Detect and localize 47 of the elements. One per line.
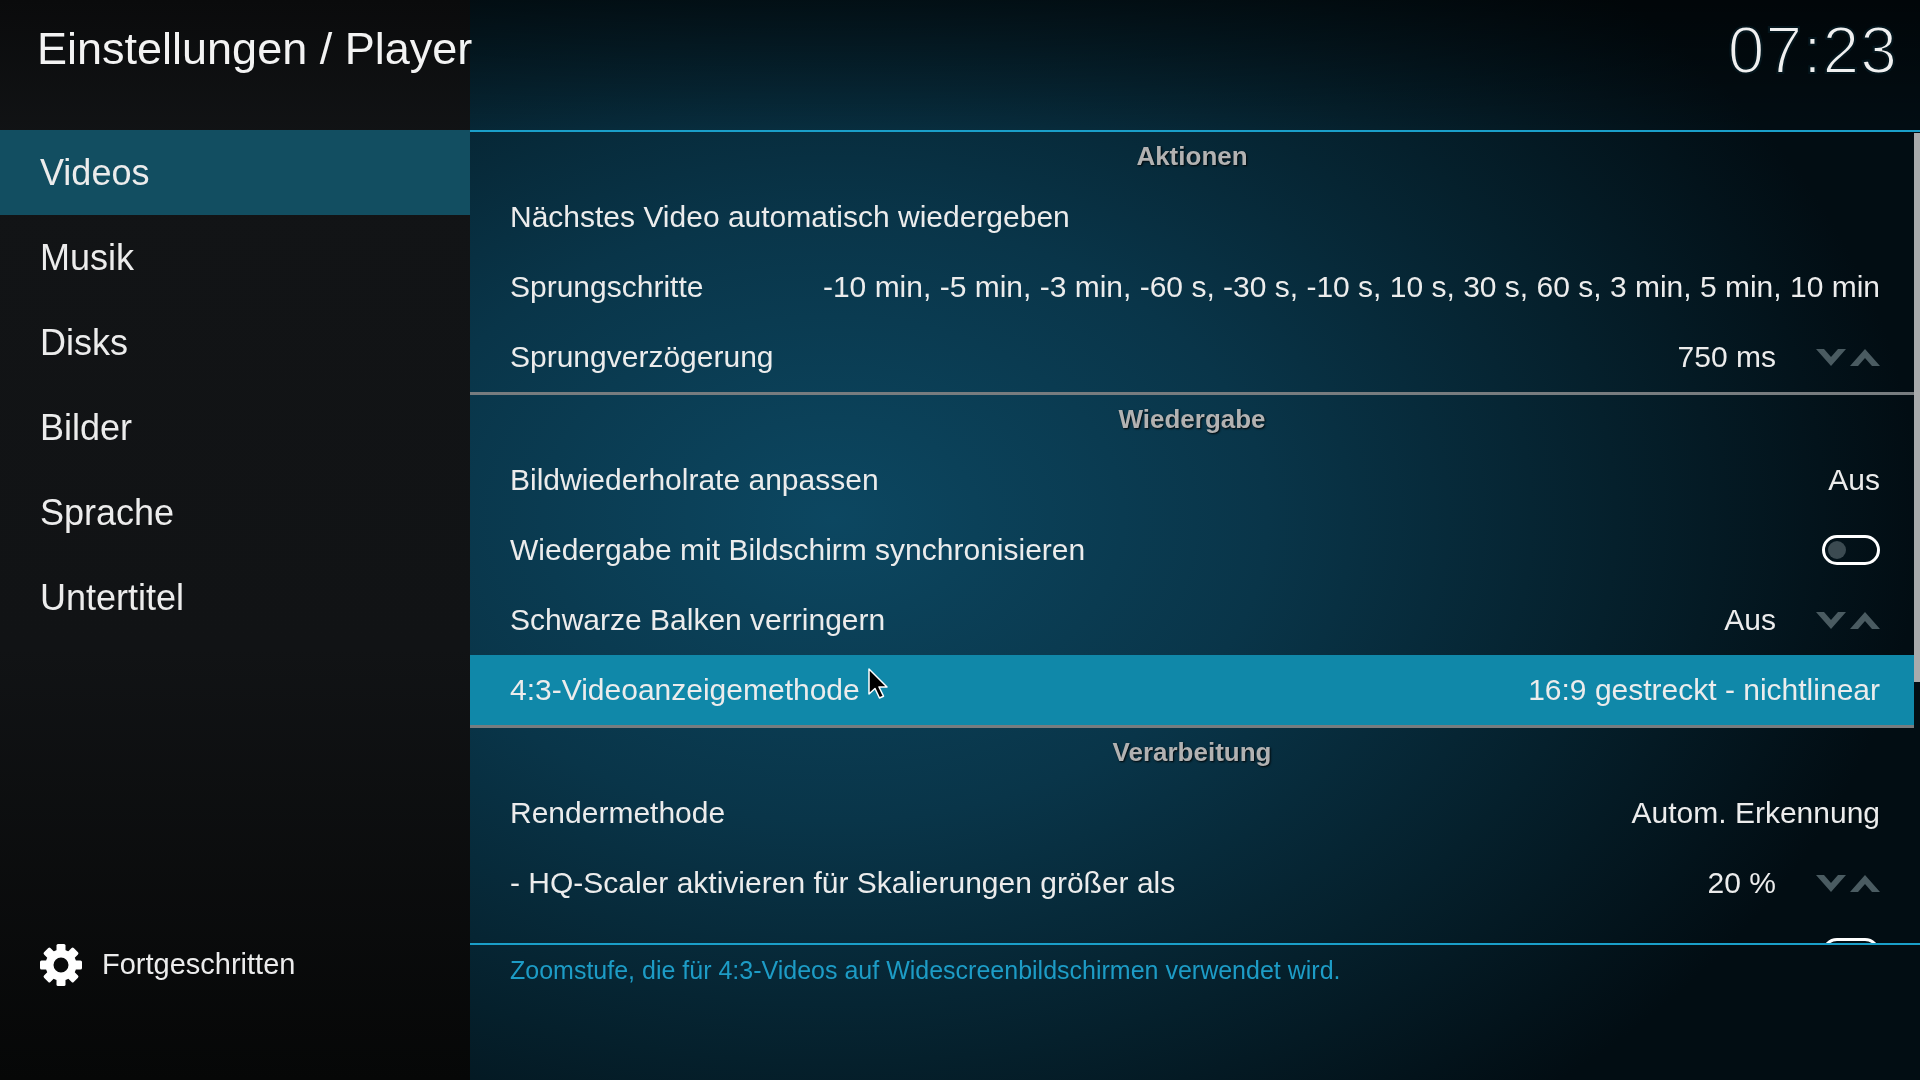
clock: 07:23 — [1727, 13, 1898, 87]
setting-row[interactable]: Bildwiederholrate anpassen Aus — [470, 445, 1914, 515]
chevron-down-icon[interactable] — [1816, 874, 1846, 892]
category-tab[interactable]: Videos — [0, 130, 470, 215]
category-tab[interactable]: Bilder — [0, 385, 470, 470]
setting-label: Nächstes Video automatisch wiedergeben — [510, 199, 1070, 235]
setting-value: -10 min, -5 min, -3 min, -60 s, -30 s, -10 s, 10 s, 30 s, 60 s, 3 min, 5 min, 10 min — [822, 269, 1880, 305]
category-tab[interactable]: Disks — [0, 300, 470, 385]
section-heading: Wiedergabe — [1118, 404, 1266, 436]
category-tab[interactable]: Musik — [0, 215, 470, 300]
setting-value: Autom. Erkennung — [1631, 795, 1880, 831]
setting-row[interactable]: - HQ-Scaler aktivieren für Skalierungen größer als 20 % — [470, 848, 1914, 918]
section-heading: Aktionen — [1136, 141, 1248, 173]
setting-value: 16:9 gestreckt - nichtlinear — [1528, 672, 1880, 708]
setting-label: Bildwiederholrate anpassen — [510, 462, 879, 498]
setting-row[interactable]: Rendermethode Autom. Erkennung — [470, 778, 1914, 848]
setting-description: Zoomstufe, die für 4:3-Videos auf Widescreenbildschirmen verwendet wird. — [509, 955, 1342, 985]
setting-value: 750 ms — [1677, 339, 1776, 375]
chevron-up-icon[interactable] — [1850, 348, 1880, 366]
setting-value: Aus — [1828, 462, 1880, 498]
setting-label: - HQ-Scaler aktivieren für Skalierungen größer als — [510, 865, 1176, 901]
setting-value: 20 % — [1707, 865, 1776, 901]
chevron-down-icon[interactable] — [1816, 348, 1846, 366]
category-tab[interactable]: Sprache — [0, 470, 470, 555]
setting-row[interactable]: Sprungverzögerung 750 ms — [470, 322, 1914, 392]
page-title: Einstellungen / Player — [37, 23, 473, 75]
category-tab[interactable]: Untertitel — [0, 555, 470, 640]
chevron-up-icon[interactable] — [1850, 874, 1880, 892]
setting-row[interactable]: Schwarze Balken verringern Aus — [470, 585, 1914, 655]
toggle-switch[interactable] — [1822, 535, 1880, 565]
chevron-up-icon[interactable] — [1850, 611, 1880, 629]
setting-row[interactable]: Sprungschritte -10 min, -5 min, -3 min, -60 s, -30 s, -10 s, 10 s, 30 s, 60 s, 3 min, 5 min, 10 min — [470, 252, 1914, 322]
setting-label: Sprungverzögerung — [510, 339, 774, 375]
setting-label: Schwarze Balken verringern — [510, 602, 886, 638]
mouse-pointer-icon — [868, 668, 888, 699]
scrollbar[interactable] — [1914, 133, 1920, 682]
setting-label: Wiedergabe mit Bildschirm synchronisieren — [510, 532, 1086, 568]
setting-label: Sprungschritte — [510, 269, 704, 305]
setting-label: Rendermethode — [510, 795, 726, 831]
setting-row[interactable]: Wiedergabe mit Bildschirm synchronisieren — [470, 515, 1914, 585]
gear-icon — [40, 944, 82, 986]
setting-row[interactable]: Nächstes Video automatisch wiedergeben — [470, 182, 1914, 252]
setting-label: 4:3-Videoanzeigemethode — [510, 672, 860, 708]
section-heading: Verarbeitung — [1112, 737, 1272, 769]
settings-level-button[interactable]: Fortgeschritten — [40, 944, 296, 986]
setting-value: Aus — [1724, 602, 1776, 638]
chevron-down-icon[interactable] — [1816, 611, 1846, 629]
